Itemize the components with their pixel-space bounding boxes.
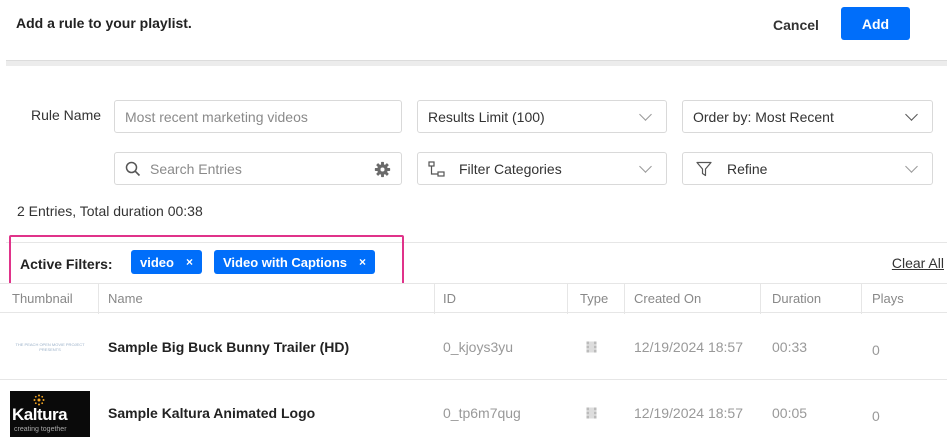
- column-divider: [567, 284, 568, 314]
- filter-chip-label: video: [140, 254, 174, 270]
- entry-thumbnail[interactable]: Kaltura creating together: [10, 391, 90, 437]
- entry-id: 0_kjoys3yu: [443, 339, 514, 355]
- thumbnail-caption: THE PEACH OPEN MOVIE PROJECT PRESENTS: [15, 342, 85, 352]
- filter-chip-label: Video with Captions: [223, 254, 347, 270]
- thumbnail-tagline: creating together: [14, 426, 67, 433]
- filter-chip-video[interactable]: video ×: [131, 250, 202, 274]
- entry-id: 0_tp6m7qug: [443, 405, 521, 421]
- chevron-down-icon: [639, 107, 652, 121]
- refine-label: Refine: [727, 160, 768, 177]
- refine-dropdown[interactable]: Refine: [682, 152, 933, 185]
- column-divider: [624, 284, 625, 314]
- gear-icon[interactable]: [374, 161, 391, 178]
- film-icon: [586, 407, 597, 419]
- column-divider: [861, 284, 862, 314]
- entries-summary: 2 Entries, Total duration 00:38: [17, 203, 203, 219]
- chevron-down-icon: [905, 159, 918, 173]
- clear-all-link[interactable]: Clear All: [892, 255, 944, 271]
- search-placeholder: Search Entries: [150, 161, 242, 177]
- category-tree-icon: [428, 161, 445, 177]
- add-button[interactable]: Add: [841, 7, 910, 40]
- column-divider: [434, 284, 435, 314]
- entry-thumbnail[interactable]: THE PEACH OPEN MOVIE PROJECT PRESENTS: [10, 324, 90, 370]
- column-header-type[interactable]: Type: [580, 291, 608, 306]
- filter-categories-label: Filter Categories: [459, 160, 562, 177]
- chevron-down-icon: [905, 107, 918, 121]
- close-icon[interactable]: ×: [359, 255, 366, 269]
- cancel-button[interactable]: Cancel: [764, 10, 828, 40]
- film-icon: [586, 341, 597, 353]
- results-limit-dropdown[interactable]: Results Limit (100): [417, 100, 667, 133]
- order-by-value: Order by: Most Recent: [693, 108, 834, 125]
- entry-created-on: 12/19/2024 18:57: [634, 405, 743, 421]
- entry-plays: 0: [872, 408, 880, 424]
- active-filters-label: Active Filters:: [20, 256, 113, 272]
- column-header-name[interactable]: Name: [108, 291, 143, 306]
- header-divider: [6, 60, 947, 66]
- table-row[interactable]: THE PEACH OPEN MOVIE PROJECT PRESENTS Sa…: [0, 314, 947, 380]
- thumbnail-logo-text: Kaltura: [12, 405, 68, 424]
- rule-name-label: Rule Name: [31, 107, 102, 123]
- order-by-dropdown[interactable]: Order by: Most Recent: [682, 100, 933, 133]
- entry-duration: 00:05: [772, 405, 808, 421]
- column-header-id[interactable]: ID: [443, 291, 456, 306]
- chevron-down-icon: [639, 159, 652, 173]
- table-header: Thumbnail Name ID Type Created On Durati…: [0, 283, 947, 314]
- column-header-created-on[interactable]: Created On: [634, 291, 701, 306]
- column-divider: [98, 284, 99, 314]
- search-icon: [125, 161, 141, 177]
- filter-funnel-icon: [696, 161, 712, 177]
- filter-categories-dropdown[interactable]: Filter Categories: [417, 152, 667, 185]
- column-header-thumbnail: Thumbnail: [12, 291, 73, 306]
- entry-created-on: 12/19/2024 18:57: [634, 339, 743, 355]
- column-header-duration[interactable]: Duration: [772, 291, 821, 306]
- results-limit-value: Results Limit (100): [428, 108, 545, 125]
- close-icon[interactable]: ×: [186, 255, 193, 269]
- table-row[interactable]: Kaltura creating together Sample Kaltura…: [0, 381, 947, 441]
- entry-name[interactable]: Sample Big Buck Bunny Trailer (HD): [108, 339, 349, 355]
- column-header-plays[interactable]: Plays: [872, 291, 904, 306]
- filter-chip-video-with-captions[interactable]: Video with Captions ×: [214, 250, 376, 274]
- entry-duration: 00:33: [772, 339, 808, 355]
- column-divider: [760, 284, 761, 314]
- entry-name[interactable]: Sample Kaltura Animated Logo: [108, 405, 315, 421]
- entry-plays: 0: [872, 342, 880, 358]
- search-entries-input[interactable]: Search Entries: [114, 152, 402, 185]
- page-title: Add a rule to your playlist.: [16, 15, 192, 31]
- rule-name-input[interactable]: [114, 100, 402, 133]
